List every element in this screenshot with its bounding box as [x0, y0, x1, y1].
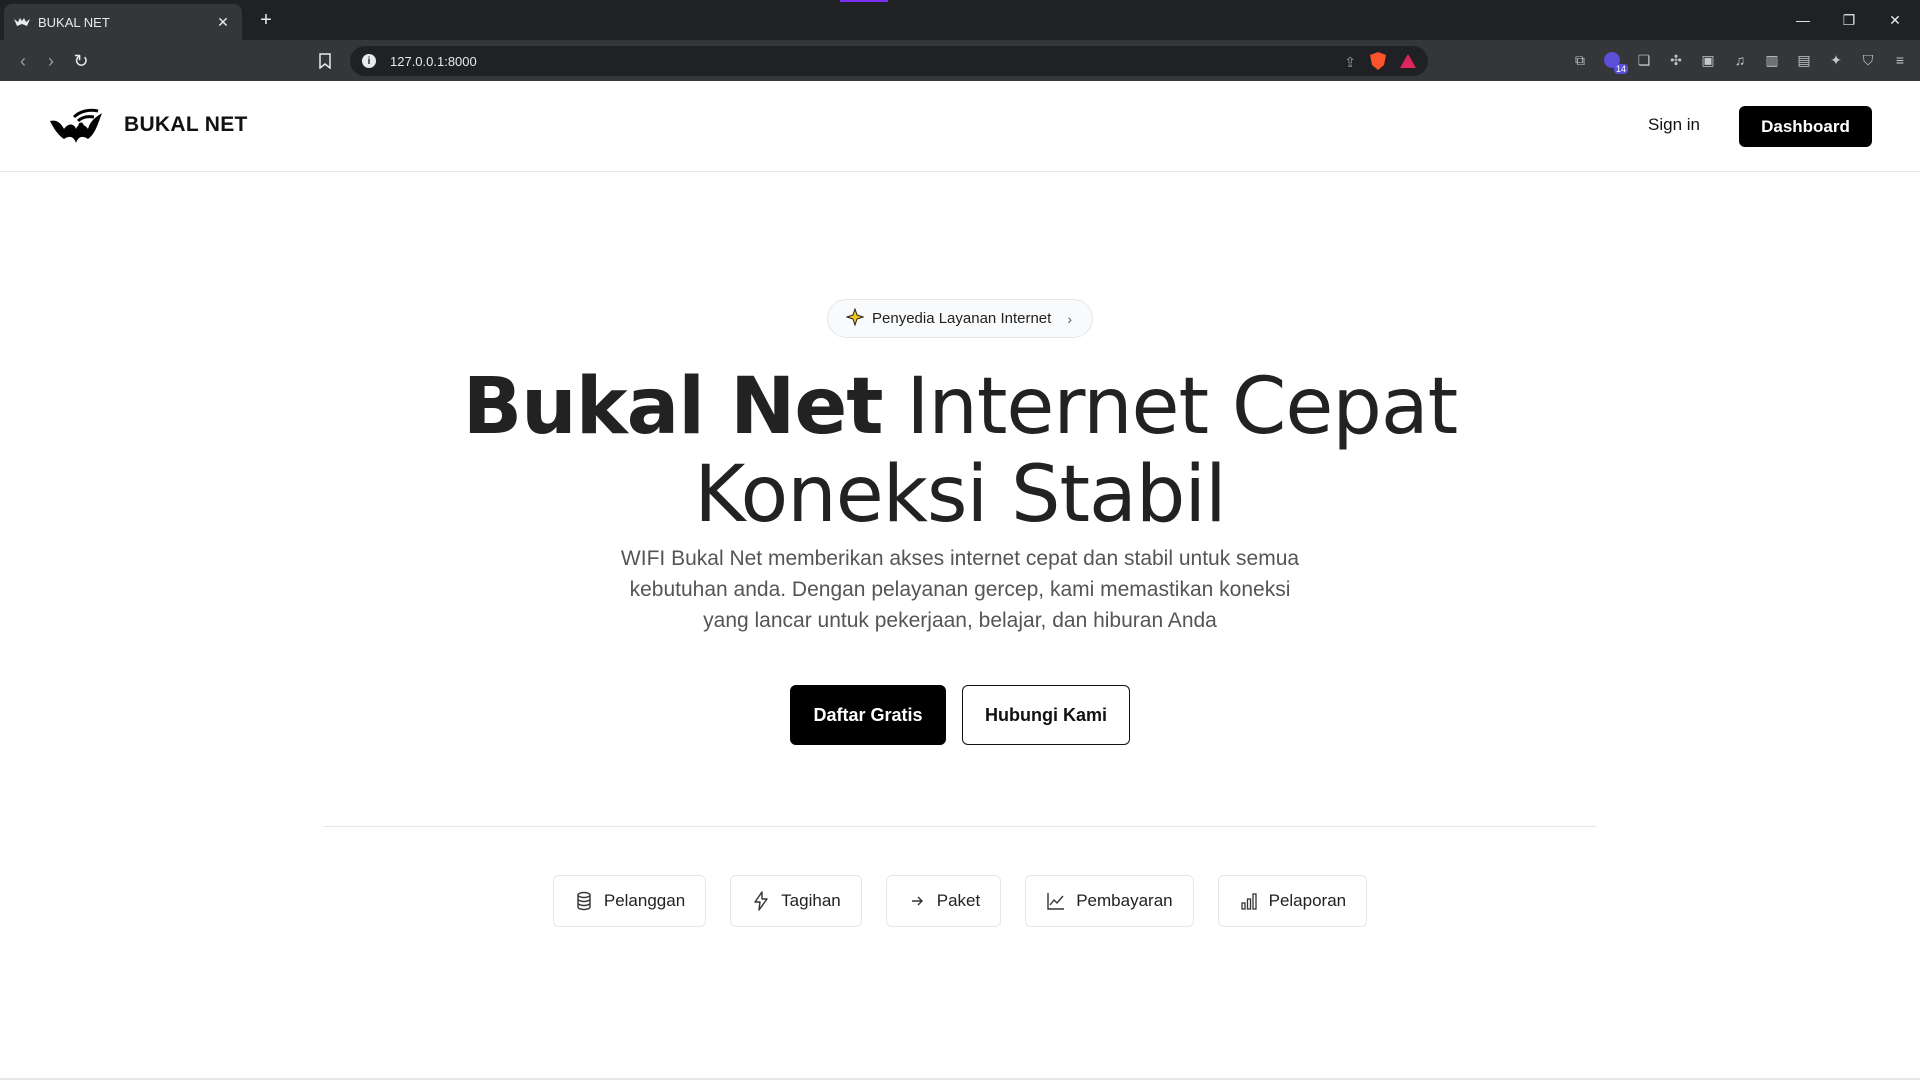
bookmark-icon[interactable] [312, 48, 338, 74]
pill-label: Penyedia Layanan Internet [872, 310, 1052, 327]
sparkle-icon [845, 306, 865, 330]
bat-favicon-icon [14, 14, 30, 30]
site-info-icon[interactable]: i [362, 54, 376, 68]
feature-label: Pembayaran [1076, 891, 1173, 910]
contact-button[interactable]: Hubungi Kami [962, 685, 1130, 745]
dashboard-button[interactable]: Dashboard [1739, 106, 1872, 147]
url-text: 127.0.0.1:8000 [390, 53, 477, 69]
screenshot-icon[interactable]: ▣ [1698, 50, 1718, 70]
feature-pelaporan[interactable]: Pelaporan [1217, 875, 1368, 927]
page: BUKAL NET Sign in Dashboard Penyedia Lay… [0, 81, 1920, 1080]
window-close-icon[interactable]: ✕ [1872, 0, 1918, 40]
vpn-shield-icon[interactable]: ⛉ [1858, 50, 1878, 70]
hero-title-rest: Internet Cepat [882, 362, 1458, 452]
minimize-icon[interactable]: — [1780, 0, 1826, 40]
feature-label: Pelanggan [603, 891, 686, 910]
address-bar[interactable]: i 127.0.0.1:8000 ⇪ [350, 46, 1428, 76]
announcement-pill[interactable]: Penyedia Layanan Internet › [827, 299, 1093, 338]
database-icon [577, 891, 591, 911]
copy-icon[interactable]: ❏ [1634, 50, 1654, 70]
forward-icon[interactable]: › [38, 48, 64, 74]
brand-name[interactable]: BUKAL NET [124, 113, 248, 137]
hero-description: WIFI Bukal Net memberikan akses internet… [620, 547, 1300, 632]
chevron-right-icon: › [1067, 310, 1072, 327]
puzzle-icon[interactable]: ✣ [1666, 50, 1686, 70]
wallet-icon[interactable]: ▤ [1794, 50, 1814, 70]
feature-tagihan[interactable]: Tagihan [730, 875, 862, 927]
lightning-icon [754, 891, 768, 911]
bat-logo-icon[interactable] [48, 103, 104, 145]
tab-title: BUKAL NET [38, 14, 110, 30]
feature-label: Paket [936, 891, 981, 910]
tab-close-icon[interactable]: ✕ [214, 13, 232, 31]
hero-title-line2: Koneksi Stabil [694, 450, 1226, 540]
ai-sparkle-icon[interactable]: ✦ [1826, 50, 1846, 70]
feature-label: Tagihan [781, 891, 841, 910]
feature-pembayaran[interactable]: Pembayaran [1025, 875, 1194, 927]
back-icon[interactable]: ‹ [10, 48, 36, 74]
extension-icons: ⧉ 14 ❏ ✣ ▣ ♫ ▥ ▤ ✦ ⛉ ≡ [1570, 50, 1910, 74]
sidebar-icon[interactable]: ▥ [1762, 50, 1782, 70]
profile-indicator [840, 0, 888, 2]
reload-icon[interactable]: ↻ [68, 48, 94, 74]
cast-icon[interactable]: ⧉ [1570, 50, 1590, 70]
rewards-icon[interactable] [1400, 54, 1416, 71]
extension-badge-count: 14 [1613, 64, 1628, 74]
browser-toolbar: ‹ › ↻ i 127.0.0.1:8000 ⇪ ⧉ 14 ❏ ✣ ▣ ♫ ▥ … [0, 40, 1920, 81]
hero-title-bold: Bukal Net [462, 362, 884, 452]
extension-badge-icon[interactable]: 14 [1602, 50, 1628, 74]
new-tab-button[interactable]: + [254, 8, 278, 32]
browser-tab[interactable]: BUKAL NET ✕ [4, 4, 242, 40]
line-chart-icon [1047, 893, 1065, 910]
bar-chart-icon [1240, 893, 1257, 910]
share-icon[interactable]: ⇪ [1344, 54, 1356, 71]
feature-paket[interactable]: Paket [885, 875, 1002, 927]
signin-link[interactable]: Sign in [1648, 115, 1700, 135]
arrow-right-icon [911, 896, 923, 906]
hero-title: Bukal Net Internet Cepat Koneksi Stabil [0, 363, 1920, 539]
feature-label: Pelaporan [1268, 891, 1347, 910]
menu-icon[interactable]: ≡ [1890, 50, 1910, 70]
section-divider [323, 826, 1596, 827]
site-header: BUKAL NET Sign in Dashboard [0, 81, 1920, 172]
register-button[interactable]: Daftar Gratis [790, 685, 946, 745]
brave-shield-icon[interactable] [1370, 52, 1386, 73]
feature-pelanggan[interactable]: Pelanggan [552, 875, 707, 927]
feature-list: Pelanggan Tagihan Paket Pembayaran Pelap… [0, 875, 1920, 927]
restore-icon[interactable]: ❐ [1826, 0, 1872, 40]
music-icon[interactable]: ♫ [1730, 50, 1750, 70]
browser-tabbar: BUKAL NET ✕ + — ❐ ✕ [0, 0, 1920, 40]
